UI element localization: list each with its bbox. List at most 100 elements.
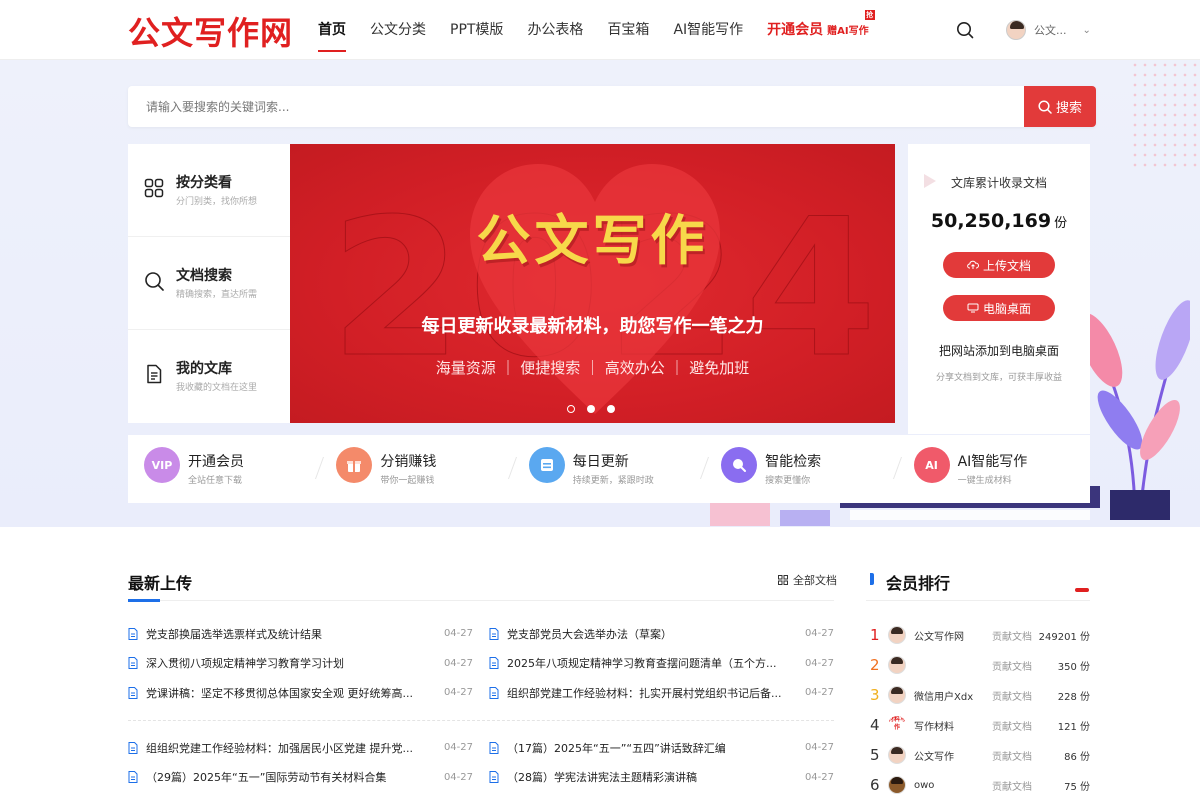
decorative-dots bbox=[1130, 60, 1200, 170]
ranking-row[interactable]: 3 微信用户Xdx 贡献文档 228 份 bbox=[866, 680, 1092, 710]
feature-title: 开通会员 bbox=[188, 454, 244, 470]
feature-title: 每日更新 bbox=[572, 454, 629, 470]
rank-number: 5 bbox=[870, 746, 880, 764]
list-item[interactable]: 党支部党员大会选举办法（草案） 04-27 bbox=[489, 619, 834, 649]
feature-smart-search[interactable]: 智能检索 搜索更懂你 bbox=[705, 435, 902, 503]
nav-item-vip[interactable]: 开通会员 赠AI写作 抢 bbox=[767, 0, 875, 60]
feature-subtitle: 全站任意下载 bbox=[188, 476, 243, 486]
avatar bbox=[888, 776, 906, 794]
ranking-row[interactable]: 2 贡献文档 350 份 bbox=[866, 650, 1092, 680]
quick-menu-item-search[interactable]: 文档搜索 精确搜索，直达所需 bbox=[128, 237, 290, 330]
nav-item-tables[interactable]: 办公表格 bbox=[527, 0, 583, 60]
avatar bbox=[888, 686, 906, 704]
document-title: 党支部换届选举选票样式及统计结果 bbox=[146, 627, 322, 641]
document-icon bbox=[128, 686, 138, 699]
feature-subtitle: 一键生成材料 bbox=[957, 476, 1012, 486]
desktop-shortcut-button[interactable]: 电脑桌面 bbox=[943, 295, 1055, 321]
list-divider bbox=[128, 720, 834, 721]
list-item[interactable]: （17篇）2025年“五一”“五四”讲话致辞汇编 04-27 bbox=[489, 733, 834, 763]
main-nav: 首页 公文分类 PPT模版 办公表格 百宝箱 AI智能写作 开通会员 赠AI写作 … bbox=[318, 0, 893, 60]
magnifier-icon bbox=[721, 447, 758, 483]
feature-affiliate[interactable]: 分销赚钱 带你一起赚钱 bbox=[320, 435, 517, 503]
feature-daily-update[interactable]: 每日更新 持续更新，紧跟时政 bbox=[513, 435, 710, 503]
quick-menu-subtitle: 分门别类，找你所想 bbox=[176, 197, 258, 207]
site-logo[interactable]: 公文写作网 bbox=[128, 8, 293, 54]
search-input[interactable] bbox=[128, 86, 1024, 127]
search-button[interactable]: 搜索 bbox=[1024, 86, 1096, 127]
carousel-dot[interactable] bbox=[607, 405, 615, 413]
vip-sub-label: 赠AI写作 bbox=[827, 26, 869, 37]
quick-menu-subtitle: 我收藏的文档在这里 bbox=[176, 383, 258, 393]
list-item[interactable]: 2025年八项规定精神学习教育查摆问题清单（五个方... 04-27 bbox=[489, 649, 834, 679]
list-item[interactable]: （29篇）2025年“五一”国际劳动节有关材料合集 04-27 bbox=[128, 763, 473, 793]
stats-count: 50,250,169 份 bbox=[908, 210, 1090, 232]
document-icon bbox=[128, 657, 138, 670]
cloud-upload-icon bbox=[967, 260, 979, 269]
document-date: 04-27 bbox=[804, 657, 834, 669]
document-icon bbox=[489, 627, 499, 640]
list-item[interactable]: 深入贯彻八项规定精神学习教育学习计划 04-27 bbox=[128, 649, 473, 679]
ranking-row[interactable]: 5 公文写作 贡献文档 86 份 bbox=[866, 740, 1092, 770]
quick-menu-item-library[interactable]: 我的文库 我收藏的文档在这里 bbox=[128, 330, 290, 423]
carousel-dot[interactable] bbox=[567, 405, 575, 413]
carousel-dot[interactable] bbox=[587, 405, 595, 413]
document-title: 组组织党建工作经验材料：加强居民小区党建 提升党... bbox=[146, 741, 413, 755]
contribution-count: 249201 份 bbox=[1038, 631, 1090, 643]
list-item[interactable]: （28篇）学宪法讲宪法主题精彩演讲稿 04-27 bbox=[489, 763, 834, 793]
avatar bbox=[888, 746, 906, 764]
monitor-icon bbox=[967, 303, 979, 313]
search-icon[interactable] bbox=[956, 21, 974, 39]
document-date: 04-27 bbox=[443, 742, 473, 754]
quick-menu: 按分类看 分门别类，找你所想 文档搜索 精确搜索，直达所需 我的文库 我收藏的文… bbox=[128, 144, 290, 423]
chevron-down-icon: ⌄ bbox=[1082, 24, 1091, 36]
ranking-accent bbox=[870, 573, 874, 585]
vip-hot-badge: 抢 bbox=[864, 10, 875, 20]
feature-title: 智能检索 bbox=[765, 454, 822, 470]
stats-description: 分享文档到文库，可获丰厚收益 bbox=[935, 373, 1062, 383]
contribution-count: 350 份 bbox=[1057, 661, 1090, 673]
list-item[interactable]: 党支部换届选举选票样式及统计结果 04-27 bbox=[128, 619, 473, 649]
document-icon bbox=[489, 686, 499, 699]
nav-item-home[interactable]: 首页 bbox=[318, 0, 346, 60]
feature-subtitle: 搜索更懂你 bbox=[765, 476, 811, 486]
avatar: 材料写作 bbox=[888, 716, 906, 734]
latest-uploads-title: 最新上传 bbox=[128, 574, 193, 593]
all-documents-link[interactable]: 全部文档 bbox=[778, 572, 837, 588]
document-date: 04-27 bbox=[443, 628, 473, 640]
feature-row: VIP 开通会员 全站任意下载 分销赚钱 带你一起赚钱 每日更新 持续更新，紧跟… bbox=[128, 435, 1090, 503]
member-ranking-title: 会员排行 bbox=[886, 574, 951, 593]
nav-item-ppt[interactable]: PPT模版 bbox=[450, 0, 503, 60]
upload-document-button[interactable]: 上传文档 bbox=[943, 252, 1055, 278]
banner-tags: 海量资源 ｜ 便捷搜索 ｜ 高效办公 ｜ 避免加班 bbox=[435, 359, 750, 377]
feature-ai-writing[interactable]: AI AI智能写作 一键生成材料 bbox=[898, 435, 1090, 503]
section-divider bbox=[128, 600, 834, 601]
ranking-row[interactable]: 6 owo 贡献文档 75 份 bbox=[866, 770, 1092, 800]
user-menu[interactable]: 公文... ⌄ bbox=[1006, 20, 1091, 40]
member-name: 公文写作 bbox=[914, 751, 954, 763]
feature-vip[interactable]: VIP 开通会员 全站任意下载 bbox=[128, 435, 325, 503]
document-date: 04-27 bbox=[443, 687, 473, 699]
nav-item-categories[interactable]: 公文分类 bbox=[370, 0, 426, 60]
ranking-row[interactable]: 4 材料写作 写作材料 贡献文档 121 份 bbox=[866, 710, 1092, 740]
contribution-label: 贡献文档 bbox=[992, 781, 1032, 793]
list-item[interactable]: 党课讲稿：坚定不移贯彻总体国家安全观 更好统筹高... 04-27 bbox=[128, 678, 473, 708]
add-to-desktop-text: 把网站添加到电脑桌面 bbox=[938, 344, 1059, 358]
quick-menu-item-categories[interactable]: 按分类看 分门别类，找你所想 bbox=[128, 144, 290, 237]
document-date: 04-27 bbox=[804, 628, 834, 640]
section-underline bbox=[128, 599, 160, 602]
ranking-row[interactable]: 1 公文写作网 贡献文档 249201 份 bbox=[866, 620, 1092, 650]
nav-item-ai-writing[interactable]: AI智能写作 bbox=[673, 0, 743, 60]
all-documents-label: 全部文档 bbox=[793, 574, 837, 587]
hero-banner[interactable]: 2024 公文写作 每日更新收录最新材料，助您写作一笔之力 海量资源 ｜ 便捷搜… bbox=[290, 144, 895, 423]
nav-item-toolbox[interactable]: 百宝箱 bbox=[607, 0, 649, 60]
carousel-dots bbox=[567, 405, 627, 413]
member-name: 公文写作网 bbox=[914, 631, 964, 643]
member-name: owo bbox=[914, 779, 935, 791]
contribution-label: 贡献文档 bbox=[992, 691, 1032, 703]
list-item[interactable]: 组织部党建工作经验材料：扎实开展村党组织书记后备... 04-27 bbox=[489, 678, 834, 708]
quick-menu-subtitle: 精确搜索，直达所需 bbox=[176, 290, 258, 300]
document-date: 04-27 bbox=[804, 687, 834, 699]
feature-subtitle: 持续更新，紧跟时政 bbox=[572, 476, 654, 486]
list-item[interactable]: 组组织党建工作经验材料：加强居民小区党建 提升党... 04-27 bbox=[128, 733, 473, 763]
stats-card: 文库累计收录文档 50,250,169 份 上传文档 电脑桌面 把网站添加到电脑桌… bbox=[908, 144, 1090, 434]
